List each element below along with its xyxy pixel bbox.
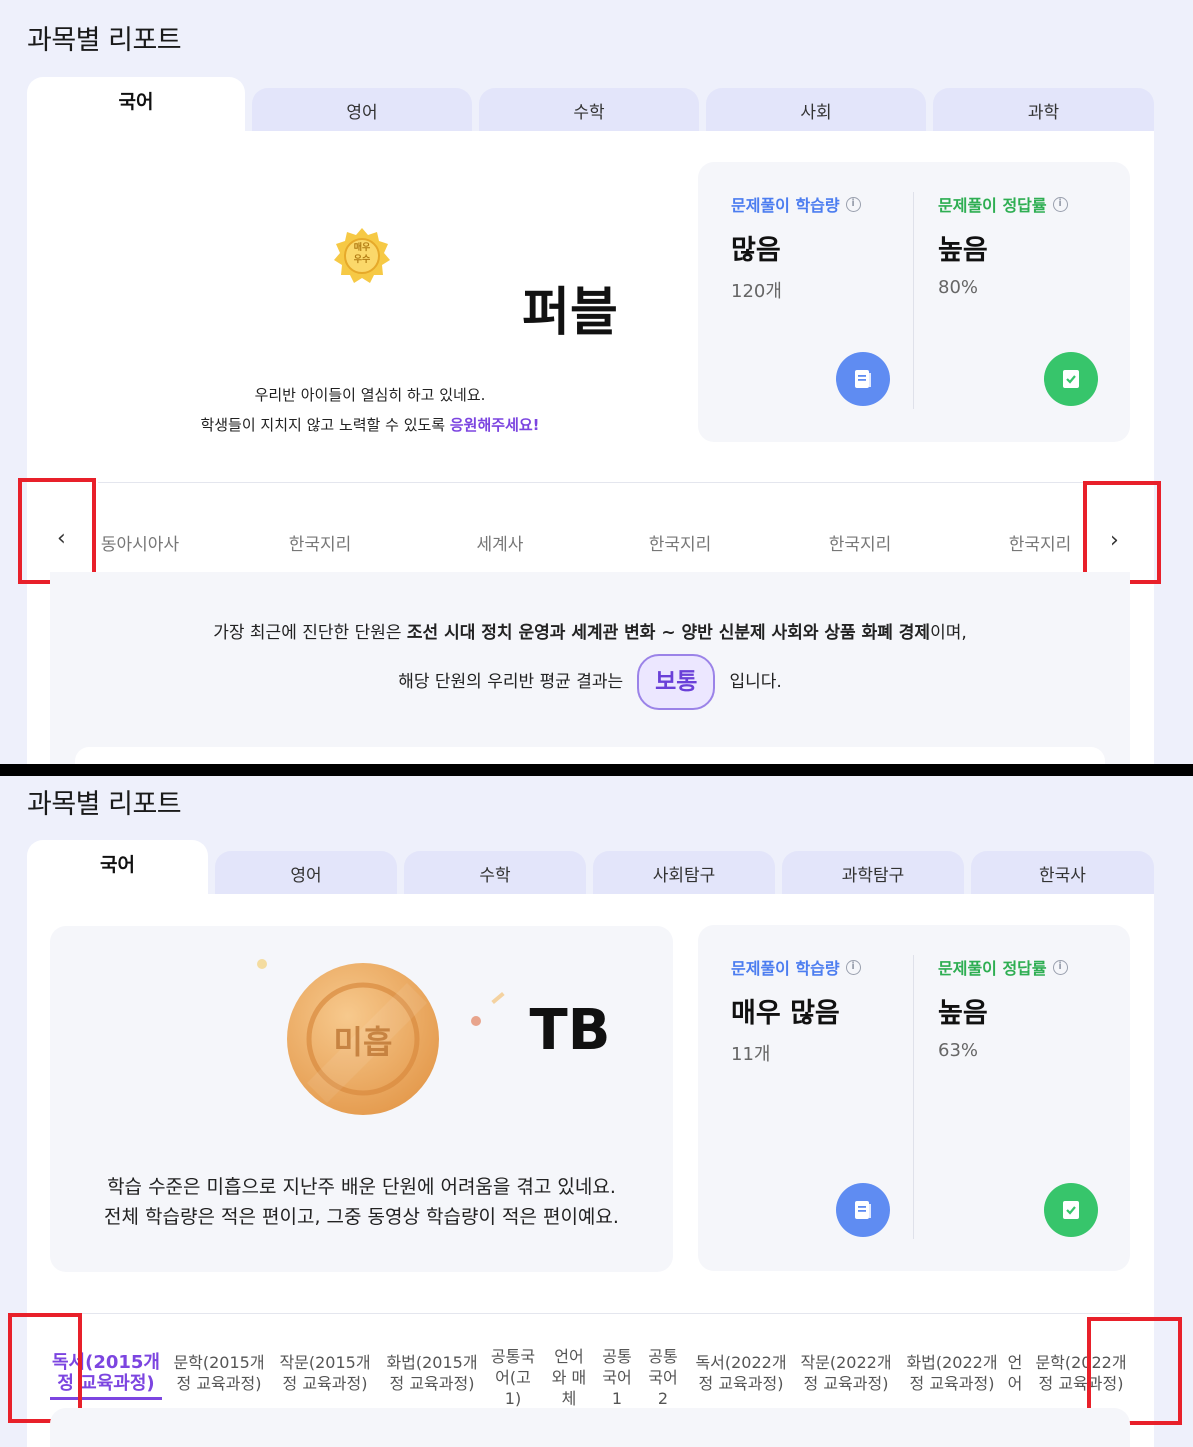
check-note-icon: [1044, 352, 1098, 406]
divider-line: [50, 1313, 1130, 1314]
stats-separator: [913, 192, 914, 409]
accuracy-percent: 63%: [938, 1040, 979, 1061]
tab-korean[interactable]: 국어: [27, 77, 245, 133]
tab-social[interactable]: 사회: [706, 88, 926, 132]
accuracy-value: 높음: [938, 235, 988, 266]
insufficient-medal-icon: 미흡: [287, 963, 439, 1115]
amount-value: 많음: [731, 235, 781, 266]
unit-item[interactable]: 한국지리: [990, 530, 1090, 555]
tab-math[interactable]: 수학: [404, 851, 586, 895]
section-title: 과목별 리포트: [27, 789, 182, 820]
student-name: TB: [529, 998, 611, 1063]
student-name: 퍼블: [522, 283, 618, 343]
highlight-prev: [18, 478, 96, 584]
message-line-2: 전체 학습량은 적은 편이고, 그중 동영상 학습량이 적은 편이예요.: [104, 1206, 619, 1228]
result-badge: 보통: [637, 654, 716, 710]
book-icon: [836, 352, 890, 406]
subtab-item[interactable]: 독서(2022개 정 교육과정): [690, 1352, 792, 1394]
excellent-medal-icon: 매우 우수: [333, 227, 391, 285]
sparkle-dot: [257, 959, 267, 969]
section-title: 과목별 리포트: [27, 25, 182, 56]
subtab-item[interactable]: 문학(2015개 정 교육과정): [168, 1352, 270, 1394]
message-line-1: 학습 수준은 미흡으로 지난주 배운 단원에 어려움을 겪고 있네요.: [107, 1176, 616, 1198]
amount-count: 11개: [731, 1044, 771, 1065]
book-icon: [836, 1183, 890, 1237]
unit-item[interactable]: 동아시아사: [100, 530, 180, 555]
highlight-next: [1083, 481, 1161, 584]
accuracy-percent: 80%: [938, 277, 979, 298]
subtab-item[interactable]: 언어 와 매체: [550, 1346, 588, 1409]
info-icon[interactable]: i: [845, 959, 861, 975]
accuracy-value: 높음: [938, 998, 988, 1029]
tab-social-inquiry[interactable]: 사회탐구: [593, 851, 775, 895]
message-line-2: 학생들이 지치지 않고 노력할 수 있도록 응원해주세요!: [200, 416, 540, 434]
subtab-item[interactable]: 언어: [1004, 1352, 1026, 1394]
bottom-report-panel: 과목별 리포트 국어 영어 수학 사회탐구 과학탐구 한국사 미흡 TB 학습 …: [0, 776, 1193, 1447]
summary-box: [50, 1408, 1130, 1447]
amount-value: 매우 많음: [731, 998, 840, 1029]
sparkle-dot: [471, 1016, 481, 1026]
unit-item[interactable]: 한국지리: [270, 530, 370, 555]
result-line: 해당 단원의 우리반 평균 결과는 보통 입니다.: [50, 654, 1130, 710]
subtab-item[interactable]: 작문(2022개 정 교육과정): [795, 1352, 897, 1394]
info-icon[interactable]: i: [1052, 196, 1068, 212]
tab-science[interactable]: 과학: [933, 88, 1154, 132]
subtab-item[interactable]: 화법(2022개 정 교육과정): [901, 1352, 1003, 1394]
highlight-left: [8, 1313, 82, 1423]
subtab-item[interactable]: 화법(2015개 정 교육과정): [381, 1352, 483, 1394]
unit-item[interactable]: 세계사: [450, 530, 550, 555]
subtab-item[interactable]: 공통국 어(고 1): [487, 1346, 539, 1409]
tab-korean[interactable]: 국어: [27, 840, 208, 896]
screenshot-divider: [0, 764, 1193, 776]
amount-label: 문제풀이 학습량 i: [731, 955, 861, 979]
amount-count: 120개: [731, 281, 782, 302]
amount-label: 문제풀이 학습량 i: [731, 192, 861, 216]
accuracy-label: 문제풀이 정답률 i: [938, 192, 1068, 216]
tab-math[interactable]: 수학: [479, 88, 699, 132]
check-note-icon: [1044, 1183, 1098, 1237]
accuracy-label: 문제풀이 정답률 i: [938, 955, 1068, 979]
subtab-item[interactable]: 공통 국어 2: [644, 1346, 682, 1409]
subtab-item[interactable]: 작문(2015개 정 교육과정): [274, 1352, 376, 1394]
unit-item[interactable]: 한국지리: [630, 530, 730, 555]
tab-science-inquiry[interactable]: 과학탐구: [782, 851, 964, 895]
top-report-panel: 과목별 리포트 국어 영어 수학 사회 과학 매우 우수 퍼블 우리반 아이들이…: [0, 0, 1193, 764]
detail-card: [75, 747, 1105, 764]
subtab-item[interactable]: 공통 국어 1: [598, 1346, 636, 1409]
info-icon[interactable]: i: [1052, 959, 1068, 975]
info-icon[interactable]: i: [845, 196, 861, 212]
stats-separator: [913, 955, 914, 1239]
tab-korean-history[interactable]: 한국사: [971, 851, 1154, 895]
divider-line: [98, 482, 1130, 483]
tab-english[interactable]: 영어: [215, 851, 397, 895]
unit-item[interactable]: 한국지리: [810, 530, 910, 555]
message-line-1: 우리반 아이들이 열심히 하고 있네요.: [254, 386, 486, 404]
summary-line: 가장 최근에 진단한 단원은 조선 시대 정치 운영과 세계관 변화 ~ 양반 …: [213, 623, 967, 643]
tab-english[interactable]: 영어: [252, 88, 472, 132]
